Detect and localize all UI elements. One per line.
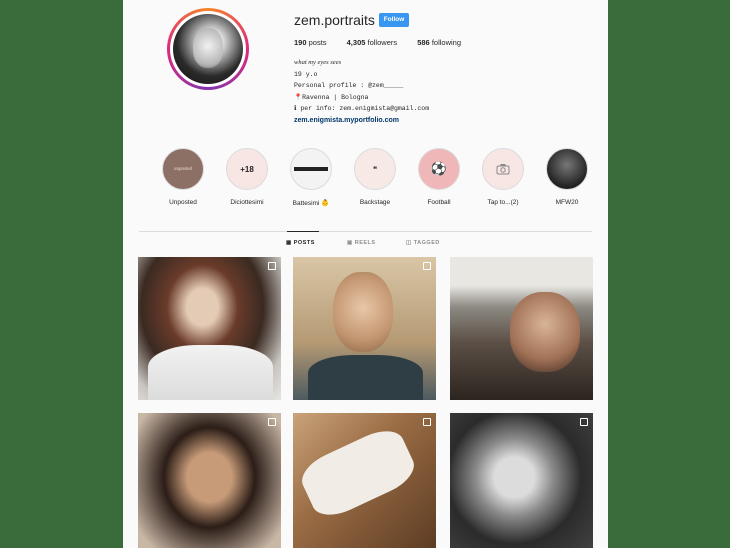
highlight-cover: [290, 148, 332, 190]
highlight-unposted[interactable]: unposted Unposted: [152, 148, 214, 206]
multi-photo-icon: [268, 418, 276, 426]
multi-photo-icon: [268, 262, 276, 270]
highlight-label: Football: [427, 199, 451, 206]
profile-page: zem.portraits Follow 190 posts 4,305 fol…: [123, 0, 608, 548]
highlight-label: Tap to...(2): [487, 199, 519, 206]
highlight-mfw20[interactable]: MFW20: [536, 148, 598, 206]
post-image: [148, 345, 273, 400]
highlight-cover: ⚽: [418, 148, 460, 190]
story-highlights: unposted Unposted +18 Diciottesimi Batte…: [152, 148, 608, 208]
camera-icon: [496, 164, 510, 175]
bio-website-link[interactable]: zem.enigmista.myportfolio.com: [294, 115, 429, 127]
post-tile[interactable]: [138, 413, 281, 548]
bio-location: Ravenna | Bologna: [302, 93, 369, 101]
tab-posts[interactable]: ▦ POSTS: [286, 240, 315, 246]
bio-contact-line: ℹ︎ per info: zem.enigmista@gmail.com: [294, 103, 429, 115]
reels-icon: ▣: [347, 240, 355, 246]
tag-icon: ◫: [406, 240, 414, 246]
tab-tagged[interactable]: ◫ TAGGED: [406, 240, 440, 246]
highlight-tap-to[interactable]: Tap to...(2): [472, 148, 534, 206]
highlight-diciottesimi[interactable]: +18 Diciottesimi: [216, 148, 278, 206]
bio-location-line: 📍Ravenna | Bologna: [294, 92, 429, 104]
profile-avatar[interactable]: [167, 8, 249, 90]
highlight-label: Diciottesimi: [230, 199, 264, 206]
bio-age: 19 y.o: [294, 70, 318, 78]
multi-photo-icon: [423, 418, 431, 426]
quote-icon: ❝: [372, 164, 378, 174]
stripe-graphic: [294, 167, 328, 171]
highlight-battesimi[interactable]: Battesimi 👶: [280, 148, 342, 207]
pin-icon: 📍: [294, 93, 303, 101]
post-tile[interactable]: [138, 257, 281, 400]
tab-reels[interactable]: ▣ REELS: [347, 240, 376, 246]
highlight-label: Battesimi 👶: [292, 200, 330, 207]
highlight-label: Backstage: [359, 199, 391, 206]
active-tab-indicator: [287, 231, 319, 232]
bio-contact: per info: zem.enigmista@gmail.com: [300, 105, 430, 112]
highlight-cover: ❝: [354, 148, 396, 190]
profile-stats: 190 posts 4,305 followers 586 following: [294, 38, 479, 47]
tabs-divider: [139, 231, 592, 232]
posts-stat: 190 posts: [294, 38, 327, 47]
highlight-cover: [482, 148, 524, 190]
bio-name: what my eyes sees: [294, 59, 342, 66]
post-image: [510, 292, 580, 372]
highlight-backstage[interactable]: ❝ Backstage: [344, 148, 406, 206]
followers-stat[interactable]: 4,305 followers: [347, 38, 397, 47]
post-image: [333, 272, 393, 352]
follow-button[interactable]: Follow: [379, 13, 409, 27]
post-image: [295, 422, 421, 524]
avatar-image: [173, 14, 243, 84]
highlight-label: MFW20: [555, 199, 579, 206]
multi-photo-icon: [580, 418, 588, 426]
highlight-cover: [546, 148, 588, 190]
post-tile[interactable]: [450, 257, 593, 400]
following-stat[interactable]: 586 following: [417, 38, 461, 47]
post-tile[interactable]: [293, 257, 436, 400]
grid-icon: ▦: [286, 240, 294, 246]
football-icon: ⚽: [430, 161, 448, 176]
post-tile[interactable]: [293, 413, 436, 548]
multi-photo-icon: [423, 262, 431, 270]
profile-bio: what my eyes sees 19 y.o Personal profil…: [294, 57, 429, 126]
post-tile[interactable]: [450, 413, 593, 548]
bio-personal: Personal profile : @zem_____: [294, 82, 404, 89]
highlight-football[interactable]: ⚽ Football: [408, 148, 470, 206]
highlight-label: Unposted: [169, 199, 197, 206]
highlight-cover: unposted: [162, 148, 204, 190]
highlight-cover: +18: [226, 148, 268, 190]
username: zem.portraits: [294, 12, 375, 28]
